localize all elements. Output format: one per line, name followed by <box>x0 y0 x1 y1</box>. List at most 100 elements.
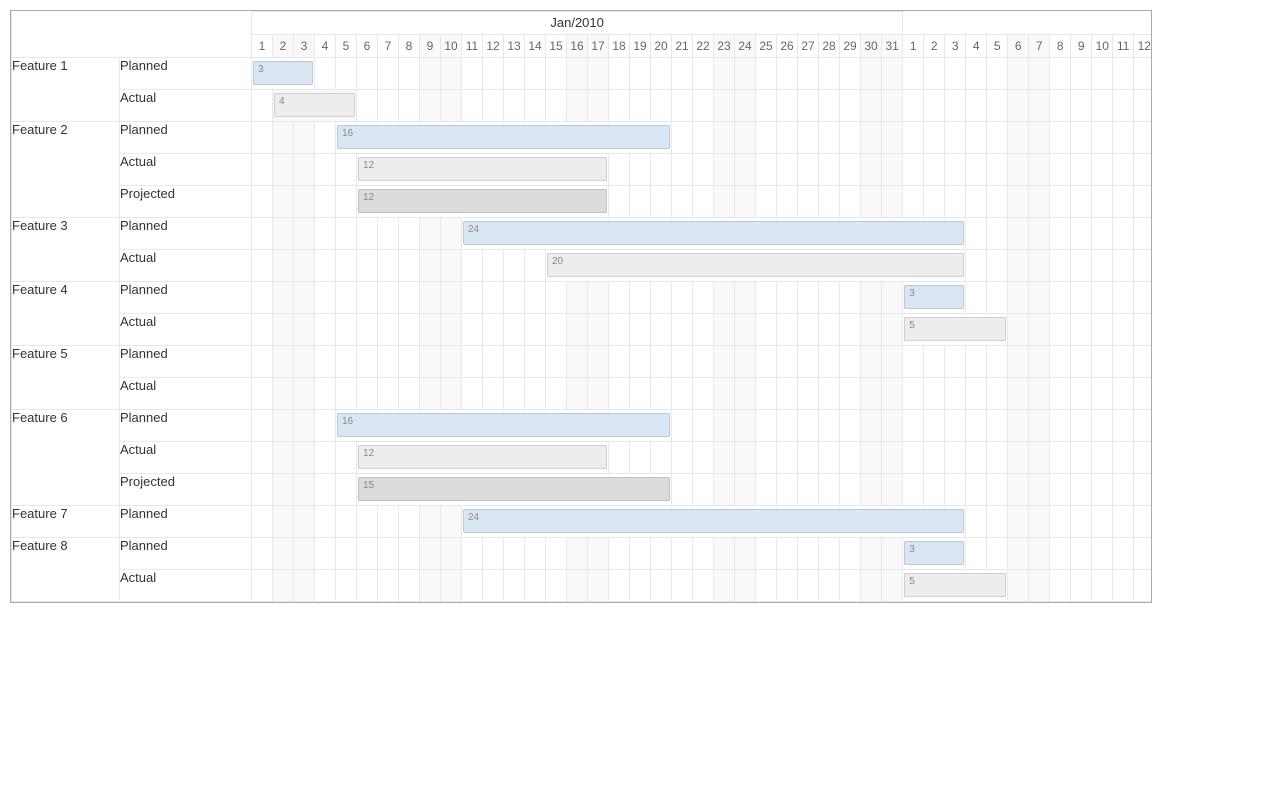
gantt-cell <box>567 570 588 602</box>
gantt-cell <box>336 506 357 538</box>
gantt-cell <box>714 474 735 506</box>
day-header: 8 <box>399 35 420 58</box>
gantt-cell <box>777 410 798 442</box>
gantt-cell <box>777 314 798 346</box>
gantt-cell <box>1134 474 1152 506</box>
table-row: Actual12 <box>12 442 1153 474</box>
gantt-cell <box>777 90 798 122</box>
gantt-cell <box>714 570 735 602</box>
gantt-cell <box>693 346 714 378</box>
gantt-cell <box>1071 186 1092 218</box>
gantt-cell <box>735 442 756 474</box>
gantt-cell <box>1071 58 1092 90</box>
gantt-cell <box>609 58 630 90</box>
gantt-cell <box>987 538 1008 570</box>
gantt-cell <box>588 282 609 314</box>
gantt-cell <box>672 410 693 442</box>
gantt-cell <box>1008 378 1029 410</box>
gantt-cell <box>399 282 420 314</box>
gantt-cell <box>966 58 987 90</box>
gantt-cell <box>1050 58 1071 90</box>
gantt-cell <box>945 442 966 474</box>
gantt-cell: 15 <box>357 474 672 506</box>
gantt-cell <box>1113 58 1134 90</box>
gantt-cell <box>546 570 567 602</box>
gantt-cell <box>819 442 840 474</box>
gantt-cell <box>525 250 546 282</box>
gantt-cell <box>840 570 861 602</box>
gantt-cell <box>630 346 651 378</box>
gantt-cell <box>1134 570 1152 602</box>
gantt-cell <box>861 154 882 186</box>
gantt-bar-actual[interactable]: 5 <box>904 317 1006 341</box>
day-header: 30 <box>861 35 882 58</box>
gantt-cell <box>714 282 735 314</box>
feature-label: Feature 3 <box>12 218 120 282</box>
gantt-bar-planned[interactable]: 16 <box>337 413 670 437</box>
track-label: Actual <box>120 314 252 346</box>
gantt-cell <box>903 122 924 154</box>
gantt-bar-planned[interactable]: 24 <box>463 221 964 245</box>
gantt-cell <box>882 410 903 442</box>
month-header <box>903 12 1152 35</box>
gantt-cell <box>273 250 294 282</box>
gantt-cell <box>399 90 420 122</box>
day-header: 24 <box>735 35 756 58</box>
table-row: Actual 5 <box>12 314 1153 346</box>
gantt-bar-planned[interactable]: 16 <box>337 125 670 149</box>
gantt-cell <box>840 442 861 474</box>
gantt-cell <box>819 90 840 122</box>
gantt-cell <box>693 122 714 154</box>
gantt-cell <box>378 282 399 314</box>
track-label: Actual <box>120 250 252 282</box>
gantt-cell <box>609 570 630 602</box>
gantt-cell: 5 <box>903 314 1008 346</box>
gantt-cell <box>588 538 609 570</box>
gantt-cell <box>714 410 735 442</box>
gantt-bar-projected[interactable]: 12 <box>358 189 607 213</box>
gantt-cell <box>672 122 693 154</box>
gantt-cell <box>798 314 819 346</box>
table-row: Feature 8Planned3 <box>12 538 1153 570</box>
table-row: Actual 20 <box>12 250 1153 282</box>
gantt-cell <box>756 186 777 218</box>
gantt-cell <box>714 90 735 122</box>
gantt-cell <box>1092 346 1113 378</box>
gantt-cell <box>357 250 378 282</box>
gantt-bar-planned[interactable]: 24 <box>463 509 964 533</box>
gantt-cell <box>819 282 840 314</box>
gantt-cell <box>294 186 315 218</box>
gantt-cell <box>1029 442 1050 474</box>
gantt-cell <box>504 378 525 410</box>
gantt-bar-actual[interactable]: 5 <box>904 573 1006 597</box>
gantt-cell <box>399 538 420 570</box>
gantt-cell <box>756 538 777 570</box>
gantt-bar-planned[interactable]: 3 <box>904 541 964 565</box>
gantt-cell <box>756 154 777 186</box>
gantt-bar-actual[interactable]: 4 <box>274 93 355 117</box>
gantt-cell <box>735 346 756 378</box>
gantt-cell <box>861 58 882 90</box>
gantt-cell <box>924 442 945 474</box>
gantt-bar-projected[interactable]: 15 <box>358 477 670 501</box>
gantt-cell <box>798 186 819 218</box>
day-header: 29 <box>840 35 861 58</box>
day-header: 18 <box>609 35 630 58</box>
gantt-bar-planned[interactable]: 3 <box>904 285 964 309</box>
gantt-bar-actual[interactable]: 12 <box>358 445 607 469</box>
gantt-cell: 16 <box>336 410 672 442</box>
gantt-cell <box>798 346 819 378</box>
gantt-cell <box>1050 506 1071 538</box>
track-label: Planned <box>120 58 252 90</box>
gantt-cell <box>1092 186 1113 218</box>
gantt-cell <box>777 282 798 314</box>
gantt-cell <box>252 410 273 442</box>
day-header: 5 <box>987 35 1008 58</box>
gantt-bar-actual[interactable]: 12 <box>358 157 607 181</box>
gantt-cell <box>1134 346 1152 378</box>
gantt-bar-actual[interactable]: 20 <box>547 253 964 277</box>
gantt-bar-planned[interactable]: 3 <box>253 61 313 85</box>
gantt-cell <box>1092 250 1113 282</box>
gantt-cell <box>1029 122 1050 154</box>
gantt-cell <box>1029 570 1050 602</box>
